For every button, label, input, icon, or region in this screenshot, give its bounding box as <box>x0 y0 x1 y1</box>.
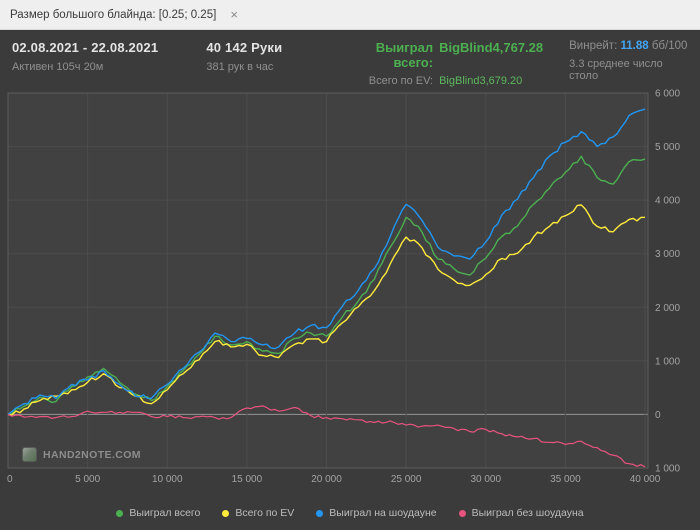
filter-chip-bigblind[interactable]: Размер большого блайнда: [0.25; 0.25] × <box>10 6 242 23</box>
chart-svg: 6 000 5 000 4 000 3 000 2 000 1 000 0 1 000 0 5 0… <box>7 89 680 486</box>
hands-total: 40 142 Руки <box>206 40 283 55</box>
legend-item-3[interactable]: Выиграл без шоудауна <box>458 507 584 519</box>
winrate-unit: бб/100 <box>651 40 688 52</box>
winrate-label: Винрейт: <box>569 40 618 52</box>
hand2note-logo-text: HAND2NOTE.COM <box>43 448 141 461</box>
stats-hands: 40 142 Руки 381 рук в час <box>206 40 318 73</box>
active-time: Активен 105ч 20м <box>12 61 104 73</box>
svg-text:3 000: 3 000 <box>655 249 680 260</box>
winnings-chart: 6 000 5 000 4 000 3 000 2 000 1 000 0 1 000 0 5 0… <box>0 86 700 498</box>
legend-item-0[interactable]: Выиграл всего <box>116 507 200 519</box>
hand2note-logo-icon <box>22 447 37 462</box>
legend-item-1[interactable]: Всего по EV <box>222 507 294 519</box>
svg-text:15 000: 15 000 <box>232 474 263 485</box>
legend-dot-icon <box>222 509 230 517</box>
report-panel: 02.08.2021 - 22.08.2021 Активен 105ч 20м… <box>0 30 700 530</box>
legend-dot-icon <box>316 509 324 517</box>
stats-header: 02.08.2021 - 22.08.2021 Активен 105ч 20м… <box>0 30 700 87</box>
won-total-value: BigBlind4,767.28 <box>439 40 544 55</box>
legend-label: Выиграл на шоудауне <box>329 507 437 519</box>
avg-tables: 3.3 среднее число столо <box>569 58 663 82</box>
filter-bar: Размер большого блайнда: [0.25; 0.25] × <box>0 0 700 30</box>
stats-session: 02.08.2021 - 22.08.2021 Активен 105ч 20м <box>12 40 180 73</box>
won-total-label: Выиграл всего: <box>375 40 434 70</box>
legend-item-2[interactable]: Выиграл на шоудауне <box>316 507 437 519</box>
stats-winrate: Винрейт: 11.88 бб/100 3.3 среднее число … <box>569 40 688 82</box>
svg-text:6 000: 6 000 <box>655 89 680 100</box>
chart-legend: Выиграл всего Всего по EV Выиграл на шоуда… <box>0 498 700 528</box>
svg-text:1 000: 1 000 <box>655 464 680 475</box>
svg-text:20 000: 20 000 <box>311 474 342 485</box>
filter-chip-label: Размер большого блайнда: [0.25; 0.25] <box>10 8 217 21</box>
svg-text:2 000: 2 000 <box>655 303 680 314</box>
svg-text:40 000: 40 000 <box>630 474 661 485</box>
date-range: 02.08.2021 - 22.08.2021 <box>12 40 159 55</box>
svg-text:30 000: 30 000 <box>470 474 501 485</box>
legend-dot-icon <box>458 509 466 517</box>
legend-label: Всего по EV <box>235 507 295 519</box>
brand-logo: HAND2NOTE.COM <box>22 447 141 462</box>
svg-text:5 000: 5 000 <box>75 474 100 485</box>
legend-label: Выиграл всего <box>129 507 201 519</box>
svg-text:5 000: 5 000 <box>655 142 680 153</box>
svg-text:25 000: 25 000 <box>391 474 422 485</box>
svg-text:1 000: 1 000 <box>655 356 680 367</box>
winrate-value: 11.88 <box>620 40 649 52</box>
hands-per-hour: 381 рук в час <box>206 61 274 73</box>
svg-text:10 000: 10 000 <box>152 474 183 485</box>
svg-text:0: 0 <box>7 474 13 485</box>
stats-winnings: Выиграл всего: BigBlind4,767.28 Всего по… <box>344 40 543 87</box>
close-icon[interactable]: × <box>226 6 242 23</box>
svg-text:0: 0 <box>655 410 661 421</box>
legend-dot-icon <box>116 509 124 517</box>
legend-label: Выиграл без шоудауна <box>471 507 584 519</box>
svg-text:4 000: 4 000 <box>655 196 680 207</box>
svg-text:35 000: 35 000 <box>550 474 581 485</box>
